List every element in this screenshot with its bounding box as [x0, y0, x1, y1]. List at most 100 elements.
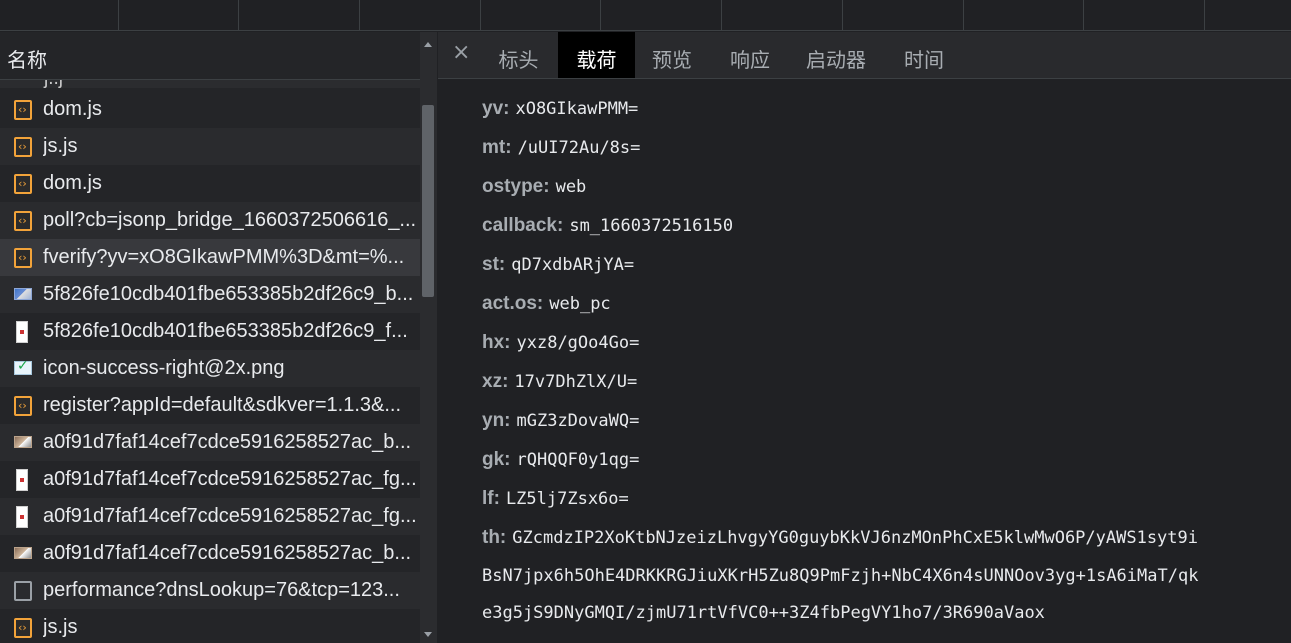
tab-initiator[interactable]: 启动器 [794, 32, 878, 78]
payload-key: ostype: [482, 176, 550, 197]
list-item[interactable]: poll?cb=jsonp_bridge_1660372506616_... [0, 202, 420, 239]
list-item[interactable]: dom.js [0, 91, 420, 128]
tab-headers[interactable]: 标头 [482, 32, 555, 78]
request-list-panel: 名称 j..j dom.js js.js dom.js poll?cb=jsonp_b… [0, 32, 437, 643]
payload-key: yn: [482, 410, 511, 431]
payload-value: xO8GIkawPMM= [515, 99, 639, 119]
payload-field[interactable]: act.os: web_pc [482, 293, 611, 315]
payload-value-continuation: BsN7jpx6h5OhE4DRKKRGJiuXKrH5Zu8Q9PmFzjh+… [482, 566, 1199, 586]
timeline-gridline [480, 0, 481, 31]
tab-payload[interactable]: 载荷 [558, 32, 635, 78]
script-icon [14, 100, 32, 120]
list-item-label: js.js [43, 616, 78, 638]
request-list: j..j dom.js js.js dom.js poll?cb=jsonp_brid… [0, 80, 420, 643]
image-icon [14, 288, 32, 300]
payload-field[interactable]: hx: yxz8/gOo4Go= [482, 332, 639, 354]
payload-field[interactable]: yn: mGZ3zDovaWQ= [482, 410, 639, 432]
timeline-gridline [842, 0, 843, 31]
timeline-gridline [359, 0, 360, 31]
scroll-up-arrow-icon[interactable] [424, 42, 432, 47]
payload-value: web_pc [549, 294, 611, 314]
scroll-down-arrow-icon[interactable] [424, 632, 432, 637]
payload-value: mGZ3zDovaWQ= [516, 411, 640, 431]
puzzle-piece-icon [16, 506, 28, 528]
list-item-label: 5f826fe10cdb401fbe653385b2df26c9_f... [43, 320, 408, 342]
timeline-gridline [1204, 0, 1205, 31]
puzzle-piece-icon [16, 469, 28, 491]
image-icon [14, 547, 32, 559]
list-item[interactable]: a0f91d7faf14cef7cdce5916258527ac_b... [0, 424, 420, 461]
timeline-gridline [118, 0, 119, 31]
timeline-gridline [600, 0, 601, 31]
payload-value: qD7xdbARjYA= [511, 255, 635, 275]
list-item[interactable]: dom.js [0, 165, 420, 202]
script-icon [14, 174, 32, 194]
list-item-label: a0f91d7faf14cef7cdce5916258527ac_b... [43, 431, 412, 453]
tab-response[interactable]: 响应 [716, 32, 784, 78]
payload-key: mt: [482, 137, 512, 158]
timeline-gridline [721, 0, 722, 31]
list-item-label: poll?cb=jsonp_bridge_1660372506616_... [43, 209, 417, 231]
list-item[interactable]: a0f91d7faf14cef7cdce5916258527ac_b... [0, 535, 420, 572]
request-details-panel: × 标头 载荷 预览 响应 启动器 时间 yv: xO8GIkawPMM= mt: /… [438, 32, 1291, 643]
payload-field[interactable]: gk: rQHQQF0y1qg= [482, 449, 639, 471]
name-column-header[interactable]: 名称 [0, 32, 420, 80]
list-item[interactable]: 5f826fe10cdb401fbe653385b2df26c9_b... [0, 276, 420, 313]
list-item[interactable]: 5f826fe10cdb401fbe653385b2df26c9_f... [0, 313, 420, 350]
image-icon [14, 436, 32, 448]
payload-key: act.os: [482, 293, 544, 314]
close-icon[interactable]: × [452, 40, 470, 65]
payload-field[interactable]: ostype: web [482, 176, 586, 198]
timeline-overview[interactable] [0, 0, 1291, 31]
list-item-label: dom.js [43, 98, 102, 120]
payload-key: st: [482, 254, 506, 275]
payload-value-continuation: e3g5jS9DNyGMQI/zjmU71rtVfVC0++3Z4fbPegVY… [482, 603, 1045, 623]
scrollbar-thumb[interactable] [422, 105, 434, 297]
name-column-label: 名称 [7, 50, 47, 72]
payload-field[interactable]: mt:/uUI72Au/8s= [482, 137, 640, 159]
payload-field[interactable]: yv: xO8GIkawPMM= [482, 98, 638, 120]
list-item[interactable]: fverify?yv=xO8GIkawPMM%3D&mt=%... [0, 239, 420, 276]
list-item[interactable]: a0f91d7faf14cef7cdce5916258527ac_fg... [0, 461, 420, 498]
tab-preview[interactable]: 预览 [638, 32, 706, 78]
timeline-gridline [238, 0, 239, 31]
list-item[interactable]: performance?dnsLookup=76&tcp=123... [0, 572, 420, 609]
payload-value: sm_1660372516150 [569, 216, 734, 236]
list-item[interactable]: a0f91d7faf14cef7cdce5916258527ac_fg... [0, 498, 420, 535]
list-item-label: a0f91d7faf14cef7cdce5916258527ac_fg... [43, 468, 417, 490]
payload-value: GZcmdzIP2XoKtbNJzeizLhvgyYG0guybKkVJ6nzM… [512, 528, 1199, 548]
payload-key: lf: [482, 488, 500, 509]
payload-value: /uUI72Au/8s= [517, 138, 641, 158]
tab-timing[interactable]: 时间 [890, 32, 958, 78]
list-item-label: fverify?yv=xO8GIkawPMM%3D&mt=%... [43, 246, 405, 268]
script-icon [14, 396, 32, 416]
payload-value: yxz8/gOo4Go= [516, 333, 640, 353]
details-tab-bar: × 标头 载荷 预览 响应 启动器 时间 [438, 32, 1291, 79]
script-icon [14, 248, 32, 268]
document-icon [14, 581, 32, 601]
list-item[interactable]: js.js [0, 609, 420, 643]
payload-field[interactable]: lf: LZ5lj7Zsx6o= [482, 488, 629, 510]
list-item-label: j..j [44, 80, 63, 90]
payload-key: callback: [482, 215, 564, 236]
list-item-label: performance?dnsLookup=76&tcp=123... [43, 579, 400, 601]
list-item[interactable]: register?appId=default&sdkver=1.1.3&... [0, 387, 420, 424]
list-scrollbar[interactable] [420, 32, 437, 643]
list-item[interactable]: icon-success-right@2x.png [0, 350, 420, 387]
payload-value: rQHQQF0y1qg= [516, 450, 640, 470]
payload-field[interactable]: th: GZcmdzIP2XoKtbNJzeizLhvgyYG0guybKkVJ6… [482, 527, 1198, 549]
payload-key: gk: [482, 449, 511, 470]
payload-key: hx: [482, 332, 511, 353]
payload-field[interactable]: xz: 17v7DhZlX/U= [482, 371, 637, 393]
list-item[interactable]: js.js [0, 128, 420, 165]
timeline-gridline [1083, 0, 1084, 31]
list-item-partial[interactable]: j..j [0, 80, 420, 90]
payload-field[interactable]: st: qD7xdbARjYA= [482, 254, 634, 276]
list-item-label: 5f826fe10cdb401fbe653385b2df26c9_b... [43, 283, 414, 305]
list-item-label: register?appId=default&sdkver=1.1.3&... [43, 394, 402, 416]
payload-value: 17v7DhZlX/U= [514, 372, 638, 392]
check-image-icon [14, 358, 32, 375]
payload-view: yv: xO8GIkawPMM= mt:/uUI72Au/8s= ostype: web… [438, 80, 1291, 643]
script-icon [14, 618, 32, 638]
payload-field[interactable]: callback: sm_1660372516150 [482, 215, 733, 237]
